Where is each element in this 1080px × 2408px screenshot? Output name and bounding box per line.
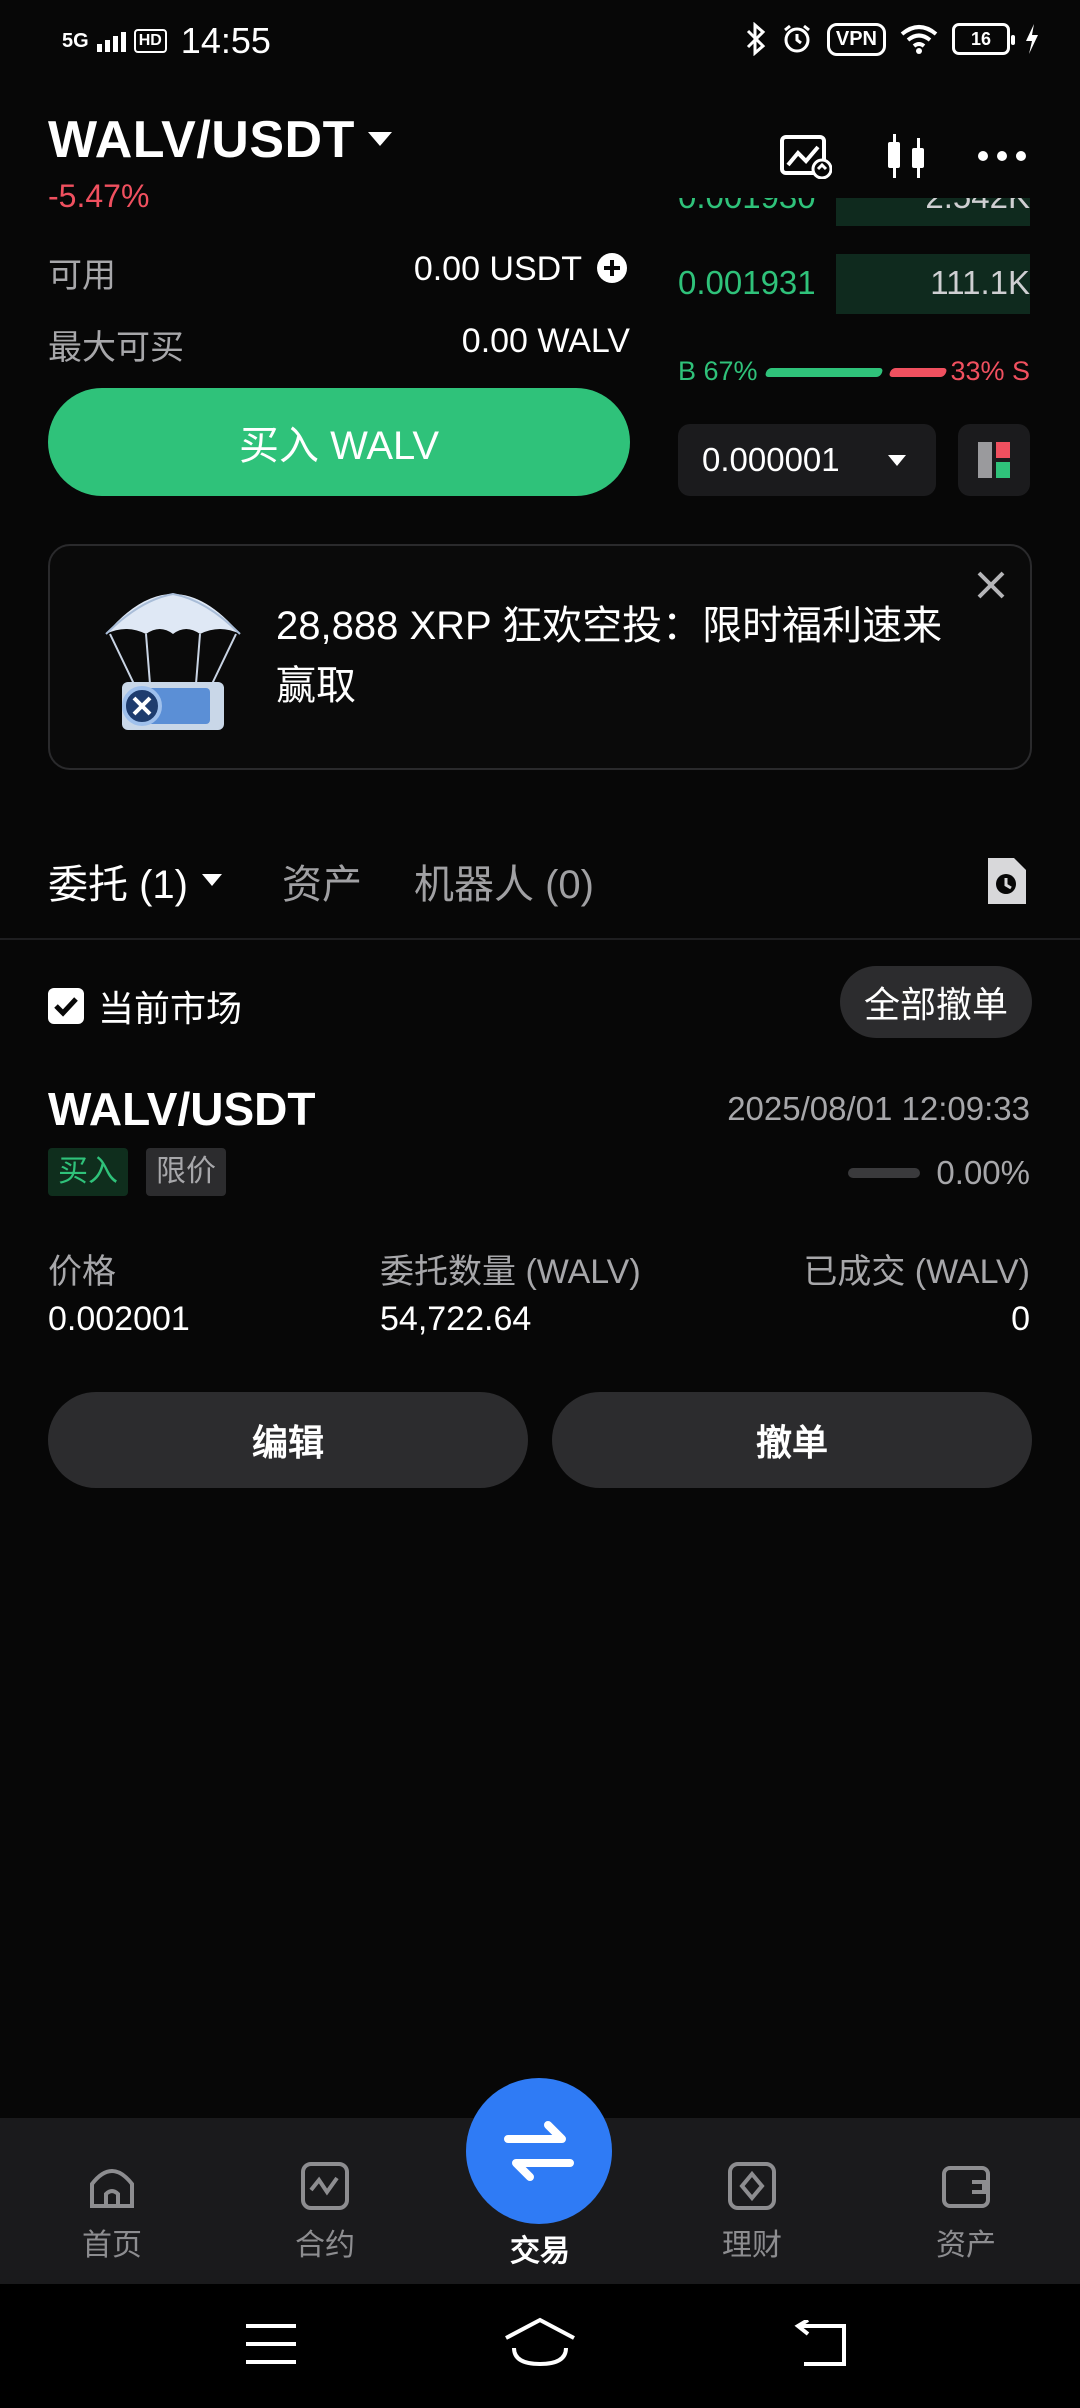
status-right: VPN 16 (745, 22, 1040, 56)
chevron-down-icon (888, 455, 906, 466)
nav-home[interactable]: 首页 (42, 2160, 182, 2264)
amount-label: 委托数量 (WALV) (380, 1253, 641, 1291)
menu-icon[interactable] (244, 2322, 298, 2366)
fill-progress-bar (848, 1168, 920, 1178)
status-bar: 5G HD 14:55 VPN 16 (0, 0, 1080, 84)
orderbook-price: 0.001930 (678, 198, 816, 216)
order-time: 2025/08/01 12:09:33 (727, 1090, 1030, 1127)
filled-label: 已成交 (WALV) (803, 1253, 1030, 1291)
fill-progress-value: 0.00% (936, 1154, 1030, 1191)
order-price: 0.002001 (48, 1300, 190, 1338)
wifi-icon (900, 25, 938, 54)
network-type: 5G (62, 30, 89, 52)
add-funds-icon[interactable] (596, 252, 628, 284)
available-value: 0.00 USDT (413, 250, 582, 288)
max-buy-label: 最大可买 (48, 329, 184, 367)
nav-earn-label: 理财 (722, 2229, 782, 2262)
tab-bots[interactable]: 机器人 (0) (414, 852, 594, 910)
orderbook-price: 0.001931 (678, 264, 816, 301)
system-nav-bar (0, 2284, 1080, 2408)
signal-icon (96, 30, 126, 52)
pair-dropdown-icon[interactable] (368, 132, 392, 146)
candlestick-icon[interactable] (878, 128, 934, 184)
sell-ratio: 33% S (950, 356, 1030, 386)
tab-assets[interactable]: 资产 (282, 852, 362, 910)
nav-home-label: 首页 (82, 2229, 142, 2262)
price-label: 价格 (48, 1253, 116, 1291)
cancel-all-button[interactable]: 全部撤单 (840, 966, 1032, 1038)
chevron-down-icon[interactable] (202, 874, 222, 886)
orderbook-qty: 2.542K (925, 198, 1030, 216)
layout-toggle-button[interactable] (958, 424, 1030, 496)
current-market-label[interactable]: 当前市场 (98, 980, 242, 1032)
pair-title[interactable]: WALV/USDT (48, 110, 355, 170)
nav-futures[interactable]: 合约 (255, 2160, 395, 2264)
nav-assets[interactable]: 资产 (896, 2160, 1036, 2264)
buy-ratio-bar (764, 368, 884, 377)
order-history-icon[interactable] (984, 856, 1030, 906)
divider (0, 938, 1080, 940)
buy-button[interactable]: 买入 WALV (48, 388, 630, 496)
available-label: 可用 (48, 257, 116, 295)
chart-alert-icon[interactable] (778, 128, 834, 184)
orderbook-layout-icon (978, 442, 1010, 478)
price-change: -5.47% (48, 178, 150, 214)
order-pair: WALV/USDT (48, 1083, 316, 1135)
orderbook-row[interactable]: 0.001930 2.542K (678, 198, 1030, 226)
home-gesture-icon[interactable] (502, 2316, 578, 2368)
buy-sell-ratio: B 67% 33% S (678, 354, 1030, 390)
max-buy-value: 0.00 WALV (461, 322, 630, 360)
bluetooth-icon (746, 22, 766, 56)
hd-badge: HD (133, 29, 167, 53)
status-left: 5G HD 14:55 (62, 20, 271, 62)
orderbook-qty: 111.1K (930, 264, 1030, 301)
battery-icon: 16 (952, 23, 1015, 55)
vpn-badge: VPN (826, 22, 886, 56)
buy-ratio: B 67% (678, 356, 758, 386)
nav-trade-label[interactable]: 交易 (470, 2226, 610, 2270)
close-icon[interactable] (974, 568, 1008, 602)
check-icon (54, 997, 78, 1017)
precision-select[interactable]: 0.000001 (678, 424, 936, 496)
swap-icon (504, 2121, 574, 2181)
nav-futures-label: 合约 (295, 2229, 355, 2262)
clock: 14:55 (180, 20, 271, 61)
tab-orders[interactable]: 委托 (1) (48, 852, 188, 910)
current-market-checkbox[interactable] (48, 988, 84, 1024)
nav-trade-button[interactable] (466, 2078, 612, 2224)
more-icon[interactable] (974, 128, 1030, 184)
nav-assets-label: 资产 (936, 2229, 996, 2262)
earn-icon (728, 2162, 776, 2210)
home-icon (90, 2169, 134, 2208)
sell-ratio-bar (888, 368, 948, 377)
nav-earn[interactable]: 理财 (682, 2160, 822, 2264)
back-icon[interactable] (794, 2320, 850, 2368)
order-filled: 0 (1011, 1300, 1030, 1338)
order-amount: 54,722.64 (380, 1300, 532, 1338)
order-type-badge: 限价 (146, 1148, 226, 1196)
order-side-badge: 买入 (48, 1148, 128, 1196)
banner-text[interactable]: 28,888 XRP 狂欢空投：限时福利速来赢取 (276, 596, 956, 716)
cancel-order-button[interactable]: 撤单 (552, 1392, 1032, 1488)
airdrop-parachute-icon (105, 592, 241, 730)
alarm-icon (783, 24, 810, 53)
futures-icon (301, 2162, 349, 2210)
orderbook-row[interactable]: 0.001931 111.1K (678, 254, 1030, 314)
precision-value: 0.000001 (702, 441, 840, 478)
edit-order-button[interactable]: 编辑 (48, 1392, 528, 1488)
wallet-icon (942, 2166, 990, 2208)
charging-icon (1026, 24, 1038, 54)
